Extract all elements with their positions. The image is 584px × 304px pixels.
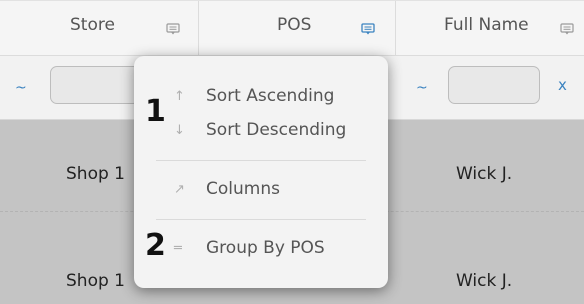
menu-item-label: Columns — [206, 179, 280, 199]
grid-header-row: Store POS Full Name — [0, 0, 584, 57]
header-label-store: Store — [70, 15, 115, 35]
menu-item-label: Group By POS — [206, 238, 325, 258]
cell-store: Shop 1 — [66, 271, 125, 291]
column-menu-icon[interactable] — [560, 20, 574, 35]
filter-input-full-name[interactable] — [448, 66, 540, 104]
external-link-icon: ↗ — [174, 182, 185, 197]
menu-divider — [156, 160, 366, 161]
arrow-up-icon: ↑ — [174, 89, 185, 104]
column-menu-icon[interactable] — [166, 20, 180, 35]
header-cell-pos[interactable]: POS — [199, 1, 396, 57]
header-label-pos: POS — [277, 15, 312, 35]
menu-item-label: Sort Descending — [206, 120, 347, 140]
column-menu-popup: ↑ Sort Ascending ↓ Sort Descending ↗ Col… — [134, 56, 388, 288]
menu-item-sort-ascending[interactable]: ↑ Sort Ascending — [134, 81, 388, 113]
header-cell-full-name[interactable]: Full Name — [396, 1, 584, 57]
step-number-1: 1 — [145, 94, 166, 129]
cell-full-name: Wick J. — [456, 271, 513, 291]
menu-item-label: Sort Ascending — [206, 86, 335, 106]
cell-store: Shop 1 — [66, 164, 125, 184]
menu-item-columns[interactable]: ↗ Columns — [134, 174, 388, 206]
group-icon: ═ — [174, 241, 182, 256]
menu-divider — [156, 219, 366, 220]
menu-item-sort-descending[interactable]: ↓ Sort Descending — [134, 115, 388, 147]
header-label-full-name: Full Name — [444, 15, 529, 35]
cell-full-name: Wick J. — [456, 164, 513, 184]
menu-item-group-by-pos[interactable]: ═ Group By POS — [134, 233, 388, 265]
step-number-2: 2 — [145, 228, 166, 263]
filter-operator-store[interactable]: ~ — [15, 80, 27, 96]
header-cell-store[interactable]: Store — [0, 1, 199, 57]
column-menu-icon[interactable] — [361, 20, 375, 35]
filter-input-store[interactable] — [50, 66, 140, 104]
arrow-down-icon: ↓ — [174, 123, 185, 138]
filter-operator-full-name[interactable]: ~ — [416, 80, 428, 96]
filter-clear-button[interactable]: x — [558, 76, 567, 94]
